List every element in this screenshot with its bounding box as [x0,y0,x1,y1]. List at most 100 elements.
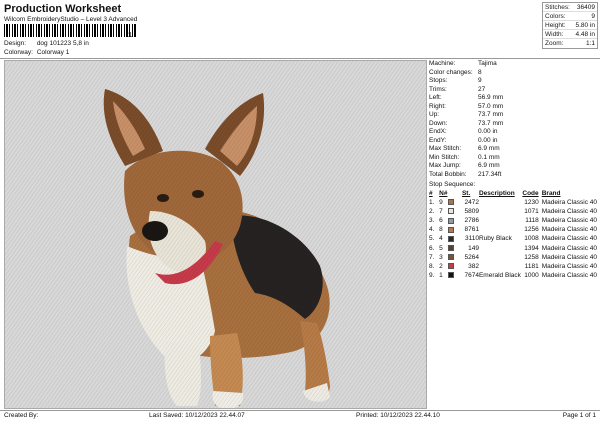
detail-row: Right: 57.0 mm [429,103,597,112]
stat-value: 4.48 in [575,31,595,38]
detail-value: 73.7 mm [478,119,504,127]
printed-date: Printed: 10/12/2023 22.44.10 [356,412,440,419]
design-label: Design: [4,40,27,47]
needle-number: 9 [439,198,462,207]
table-row: 3. 6 2786 1118 Madeira Classic 40 [429,216,597,225]
design-details-panel: Machine: Tajima Color changes: 8 Stops: 9 T… [429,60,597,280]
detail-row: Max Stitch: 6.9 mm [429,145,597,154]
detail-row: EndY: 0.00 in [429,137,597,146]
thread-description: Ruby Black [478,235,512,243]
stitch-count: 2472 [464,199,479,207]
footer: Created By: Last Saved: 10/12/2023 22.44… [4,412,596,422]
stat-value: 9 [591,13,595,20]
thread-code: 1000 [524,271,539,279]
thread-description [479,243,522,252]
detail-row: Stops: 9 [429,77,597,86]
stat-label: Height: [545,22,566,29]
page-number: Page 1 of 1 [562,412,596,419]
stat-value: 5.80 in [575,22,595,29]
thread-description [479,207,522,216]
detail-value: 217.34ft [478,170,502,178]
needle-number: 2 [439,262,462,271]
table-row: 5. 4 3110 Ruby Black 1008 Madeira Classic 40 [429,234,597,243]
needle-value: 8 [439,226,443,234]
detail-label: Trims: [429,85,447,93]
row-number: 2. [429,208,435,216]
page-title: Production Worksheet [4,3,122,15]
stat-row: Colors: 9 [543,12,597,21]
last-saved: Last Saved: 10/12/2023 22.44.07 [149,412,245,419]
detail-label: Stops: [429,77,448,84]
detail-label: Min Stitch: [429,153,460,161]
detail-value: 0.00 in [478,128,498,135]
table-row: 2. 7 5809 1071 Madeira Classic 40 [429,207,597,216]
table-row: 7. 3 5264 1258 Madeira Classic 40 [429,253,597,262]
detail-label: EndX: [429,128,447,135]
col-header-number: # [429,190,433,197]
col-header-stitches: St. [461,190,471,197]
detail-row: EndX: 0.00 in [429,128,597,137]
color-swatch [447,217,454,224]
stitch-count: 8761 [464,226,479,234]
stitch-count: 5809 [464,208,479,216]
stat-label: Colors: [545,13,566,20]
stitch-count: 3110 [464,235,479,243]
table-row: 6. 5 149 1394 Madeira Classic 40 [429,243,597,252]
stat-row: Height: 5.80 in [543,21,597,30]
thread-brand: Madeira Classic 40 [541,199,597,207]
stat-value: 36409 [576,4,595,11]
design-preview [4,60,427,409]
detail-row: Max Jump: 6.9 mm [429,162,597,171]
needle-value: 2 [439,262,443,270]
stitch-count: 2786 [464,217,479,225]
detail-label: Total Bobbin: [429,170,467,178]
stat-label: Zoom: [545,40,564,47]
stats-box: Stitches: 36409 Colors: 9 Height: 5.80 in W… [542,2,598,49]
thread-code: 1181 [524,262,539,270]
stat-row: Zoom: 1:1 [543,39,597,48]
color-swatch [447,199,454,206]
detail-label: Color changes: [429,68,473,76]
barcode-suffix: 1 [128,32,132,39]
needle-number: 6 [439,216,462,225]
stitch-count: 382 [468,262,479,270]
detail-value: 0.00 in [478,136,498,144]
needle-number: 3 [439,253,462,262]
table-row: 4. 8 8761 1256 Madeira Classic 40 [429,225,597,234]
color-swatch [447,235,454,242]
detail-value: 73.7 mm [478,111,504,118]
detail-row: Min Stitch: 0.1 mm [429,154,597,163]
detail-value: 56.9 mm [478,94,504,101]
detail-value: 9 [478,77,482,84]
detail-value: Tajima [478,60,497,67]
stop-sequence-table: # N# St. Description Code Brand 1. 9 2472 1… [429,189,597,280]
stitch-count: 149 [468,244,479,252]
row-number: 9. [429,271,435,279]
needle-value: 6 [439,217,443,225]
needle-value: 7 [439,208,443,216]
needle-value: 1 [439,271,443,279]
stat-label: Stitches: [545,4,570,11]
detail-value: 0.1 mm [478,153,500,161]
thread-description: Emerald Black [478,271,521,279]
stat-row: Width: 4.48 in [543,30,597,39]
stat-row: Stitches: 36409 [543,3,597,12]
detail-label: Max Jump: [429,162,461,169]
thread-description [479,216,522,225]
barcode [4,24,136,37]
color-swatch [447,262,454,269]
stitch-count: 5264 [464,253,479,261]
thread-brand: Madeira Classic 40 [541,226,597,234]
stitch-count: 7674 [464,271,479,279]
color-swatch [447,244,454,251]
stop-sequence-title: Stop Sequence: [429,181,476,188]
needle-value: 5 [439,244,443,252]
colorway-row: Colorway: Colorway 1 [4,49,69,56]
divider [0,58,600,59]
table-row: 8. 2 382 1181 Madeira Classic 40 [429,262,597,271]
software-subtitle: Wilcom EmbroideryStudio – Level 3 Advanc… [4,16,138,23]
detail-row: Left: 56.9 mm [429,94,597,103]
thread-brand: Madeira Classic 40 [541,271,597,279]
needle-value: 4 [439,235,443,243]
color-swatch [447,272,454,279]
